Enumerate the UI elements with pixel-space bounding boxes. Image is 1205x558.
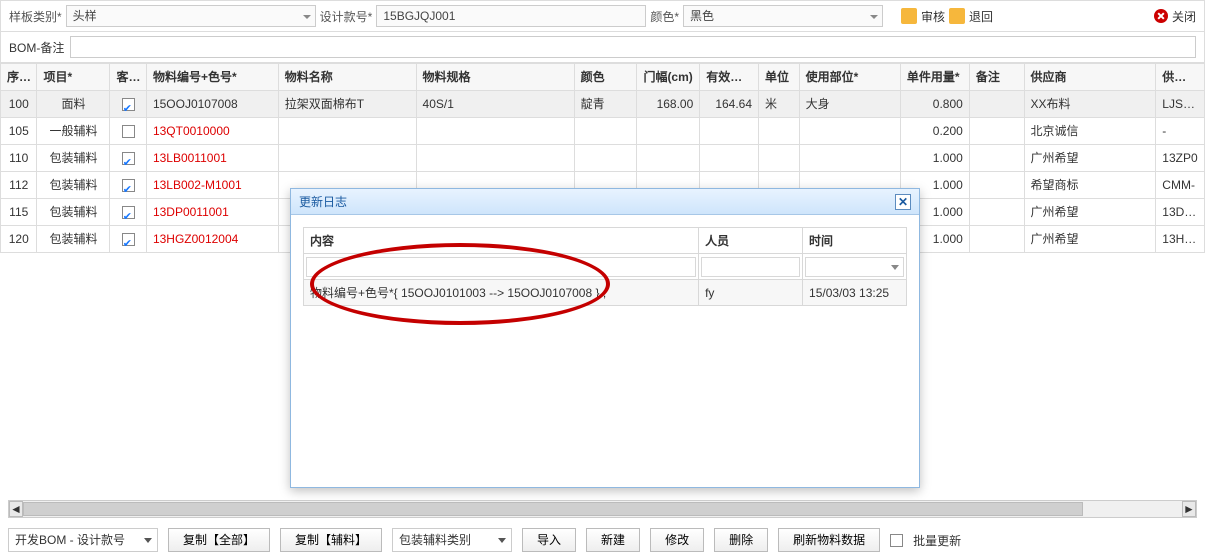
approve-button[interactable]: 审核 bbox=[901, 8, 945, 25]
supply-checkbox[interactable] bbox=[122, 98, 135, 111]
scroll-left-button[interactable]: ◄ bbox=[9, 501, 23, 517]
thumb-down-icon bbox=[949, 8, 965, 24]
sample-cat-dropdown[interactable]: 头样 bbox=[66, 5, 316, 27]
supply-checkbox[interactable] bbox=[122, 152, 135, 165]
log-time: 15/03/03 13:25 bbox=[803, 280, 907, 306]
bom-remark-label: BOM-备注 bbox=[9, 39, 64, 56]
new-button[interactable]: 新建 bbox=[586, 528, 640, 552]
sample-cat-label: 样板类别* bbox=[9, 8, 62, 25]
reject-button[interactable]: 退回 bbox=[949, 8, 993, 25]
table-row[interactable]: 105一般辅料13QT00100000.200北京诚信- bbox=[1, 118, 1205, 145]
grid-header[interactable]: 有效门幅 bbox=[700, 64, 759, 91]
modal-close-button[interactable]: ✕ bbox=[895, 194, 911, 210]
scroll-thumb[interactable] bbox=[23, 502, 1083, 516]
supply-checkbox[interactable] bbox=[122, 179, 135, 192]
table-row[interactable]: 110包装辅料13LB00110011.000广州希望13ZP0 bbox=[1, 145, 1205, 172]
color-label: 颜色* bbox=[650, 8, 679, 25]
thumb-up-icon bbox=[901, 8, 917, 24]
grid-header[interactable]: 单件用量* bbox=[900, 64, 969, 91]
filter-user[interactable] bbox=[701, 257, 800, 277]
col-time: 时间 bbox=[803, 228, 907, 254]
horizontal-scrollbar[interactable]: ◄ ► bbox=[8, 500, 1197, 518]
grid-header[interactable]: 供应商 bbox=[1024, 64, 1156, 91]
changelog-filter-row bbox=[304, 254, 907, 280]
close-button[interactable]: 关闭 bbox=[1154, 8, 1196, 25]
table-row[interactable]: 100面料15OOJ0107008拉架双面棉布T40S/1靛青168.00164… bbox=[1, 91, 1205, 118]
grid-header[interactable]: 项目* bbox=[37, 64, 110, 91]
supply-checkbox[interactable] bbox=[122, 233, 135, 246]
grid-header[interactable]: 单位 bbox=[759, 64, 800, 91]
grid-wrap: 序号*项目*客供物料编号+色号*物料名称物料规格颜色门幅(cm)有效门幅单位使用… bbox=[0, 63, 1205, 253]
copy-aux-button[interactable]: 复制【辅料】 bbox=[280, 528, 382, 552]
edit-button[interactable]: 修改 bbox=[650, 528, 704, 552]
grid-header[interactable]: 使用部位* bbox=[799, 64, 900, 91]
top-toolbar: 样板类别* 头样 设计款号* 15BGJQJ001 颜色* 黑色 审核 退回 关… bbox=[0, 0, 1205, 32]
import-button[interactable]: 导入 bbox=[522, 528, 576, 552]
grid-header[interactable]: 物料规格 bbox=[416, 64, 574, 91]
changelog-row: 物料编号+色号*{ 15OOJ0101003 --> 15OOJ0107008 … bbox=[304, 280, 907, 306]
log-content: 物料编号+色号*{ 15OOJ0101003 --> 15OOJ0107008 … bbox=[304, 280, 699, 306]
grid-header[interactable]: 门幅(cm) bbox=[637, 64, 700, 91]
design-no-field[interactable]: 15BGJQJ001 bbox=[376, 5, 646, 27]
bom-remark-row: BOM-备注 bbox=[0, 32, 1205, 63]
delete-button[interactable]: 删除 bbox=[714, 528, 768, 552]
filter-content[interactable] bbox=[306, 257, 696, 277]
scroll-right-button[interactable]: ► bbox=[1182, 501, 1196, 517]
supply-checkbox[interactable] bbox=[122, 206, 135, 219]
batch-label: 批量更新 bbox=[913, 532, 961, 549]
design-no-label: 设计款号* bbox=[320, 8, 373, 25]
footer-bar: 开发BOM - 设计款号 复制【全部】 复制【辅料】 包装辅料类别 导入 新建 … bbox=[0, 522, 1205, 558]
grid-header[interactable]: 供应商 bbox=[1156, 64, 1205, 91]
bom-remark-input[interactable] bbox=[70, 36, 1196, 58]
bom-type-dropdown[interactable]: 开发BOM - 设计款号 bbox=[8, 528, 158, 552]
modal-title: 更新日志 bbox=[299, 193, 347, 210]
color-dropdown[interactable]: 黑色 bbox=[683, 5, 883, 27]
filter-time-dropdown[interactable] bbox=[805, 257, 904, 277]
copy-all-button[interactable]: 复制【全部】 bbox=[168, 528, 270, 552]
grid-header[interactable]: 颜色 bbox=[574, 64, 637, 91]
changelog-table: 内容 人员 时间 物料编号+色号*{ 15OOJ0101003 --> 15OO… bbox=[303, 227, 907, 306]
changelog-modal: 更新日志 ✕ 内容 人员 时间 物料编号+色号*{ 15OOJ0101003 -… bbox=[290, 188, 920, 488]
log-user: fy bbox=[699, 280, 803, 306]
batch-checkbox[interactable] bbox=[890, 534, 903, 547]
col-content: 内容 bbox=[304, 228, 699, 254]
refresh-button[interactable]: 刷新物料数据 bbox=[778, 528, 880, 552]
grid-header[interactable]: 客供 bbox=[110, 64, 146, 91]
supply-checkbox[interactable] bbox=[122, 125, 135, 138]
grid-header[interactable]: 物料编号+色号* bbox=[146, 64, 278, 91]
grid-header[interactable]: 物料名称 bbox=[278, 64, 416, 91]
close-icon bbox=[1154, 9, 1168, 23]
aux-cat-dropdown[interactable]: 包装辅料类别 bbox=[392, 528, 512, 552]
grid-header[interactable]: 序号* bbox=[1, 64, 37, 91]
col-user: 人员 bbox=[699, 228, 803, 254]
grid-header[interactable]: 备注 bbox=[969, 64, 1024, 91]
